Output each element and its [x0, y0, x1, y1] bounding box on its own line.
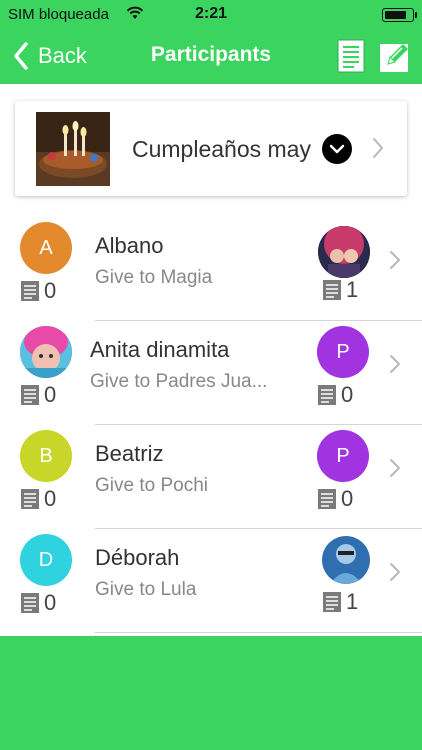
document-icon [21, 593, 39, 613]
document-icon [21, 385, 39, 405]
document-icon [318, 385, 336, 405]
recipient-avatar: P [317, 326, 369, 378]
count-value: 1 [346, 589, 359, 614]
recipient-avatar [322, 536, 370, 584]
wishlist-count: 0 [20, 590, 56, 616]
event-photo [36, 112, 110, 186]
wishlist-count: 0 [20, 382, 56, 408]
edit-button[interactable] [378, 38, 412, 74]
participant-row[interactable]: A Albano Give to Magia 0 1 [0, 217, 422, 321]
battery-icon [382, 8, 417, 22]
avatar: A [20, 222, 72, 274]
chevron-right-icon [373, 138, 383, 158]
recipient-wishlist-count: 0 [317, 486, 353, 512]
chevron-right-icon [390, 251, 400, 269]
document-icon [337, 39, 365, 73]
recipient-avatar [318, 226, 370, 278]
gives-to-label: Give to Padres Jua... [90, 371, 268, 392]
clock: 2:21 [194, 5, 228, 22]
gives-to-label: Give to Lula [95, 579, 197, 600]
count-value: 1 [346, 277, 359, 302]
chevron-right-icon [390, 563, 400, 581]
count-value: 0 [44, 486, 57, 511]
document-icon [318, 489, 336, 509]
event-card[interactable]: Cumpleaños mayo [15, 101, 407, 196]
participant-row[interactable]: Anita dinamita Give to Padres Jua... 0 P… [0, 321, 422, 425]
list-document-button[interactable] [334, 38, 368, 74]
participant-name: Déborah [95, 545, 180, 570]
participant-name: Albano [95, 233, 164, 258]
recipient-wishlist-count: 1 [322, 277, 358, 303]
recipient-wishlist-count: 1 [322, 589, 358, 615]
gives-to-label: Give to Magia [95, 267, 213, 288]
count-value: 0 [44, 382, 57, 407]
document-icon [21, 489, 39, 509]
wishlist-count: 0 [20, 278, 56, 304]
document-icon [323, 280, 341, 300]
wishlist-count: 0 [20, 486, 56, 512]
avatar [20, 326, 72, 378]
count-value: 0 [341, 486, 354, 511]
event-dropdown-button[interactable] [322, 134, 352, 164]
navigation-bar: Back Participants [0, 30, 422, 84]
chevron-right-icon [390, 355, 400, 373]
participants-list: Cumpleaños mayo A Albano Give to Magia 0… [0, 84, 422, 636]
avatar: B [20, 430, 72, 482]
count-value: 0 [341, 382, 354, 407]
recipient-avatar: P [317, 430, 369, 482]
chevron-down-icon [329, 144, 345, 154]
status-bar: SIM bloqueada 2:21 [0, 0, 422, 30]
document-icon [323, 592, 341, 612]
row-divider [95, 632, 422, 633]
participant-name: Anita dinamita [90, 337, 230, 362]
participant-row[interactable]: D Déborah Give to Lula 0 1 [0, 529, 422, 633]
event-name: Cumpleaños mayo [132, 136, 312, 162]
participant-row[interactable]: B Beatriz Give to Pochi 0 P 0 [0, 425, 422, 529]
count-value: 0 [44, 590, 57, 615]
count-value: 0 [44, 278, 57, 303]
avatar: D [20, 534, 72, 586]
gives-to-label: Give to Pochi [95, 475, 208, 496]
document-icon [21, 281, 39, 301]
edit-icon [380, 44, 408, 72]
chevron-right-icon [390, 459, 400, 477]
participant-name: Beatriz [95, 441, 164, 466]
recipient-wishlist-count: 0 [317, 382, 353, 408]
